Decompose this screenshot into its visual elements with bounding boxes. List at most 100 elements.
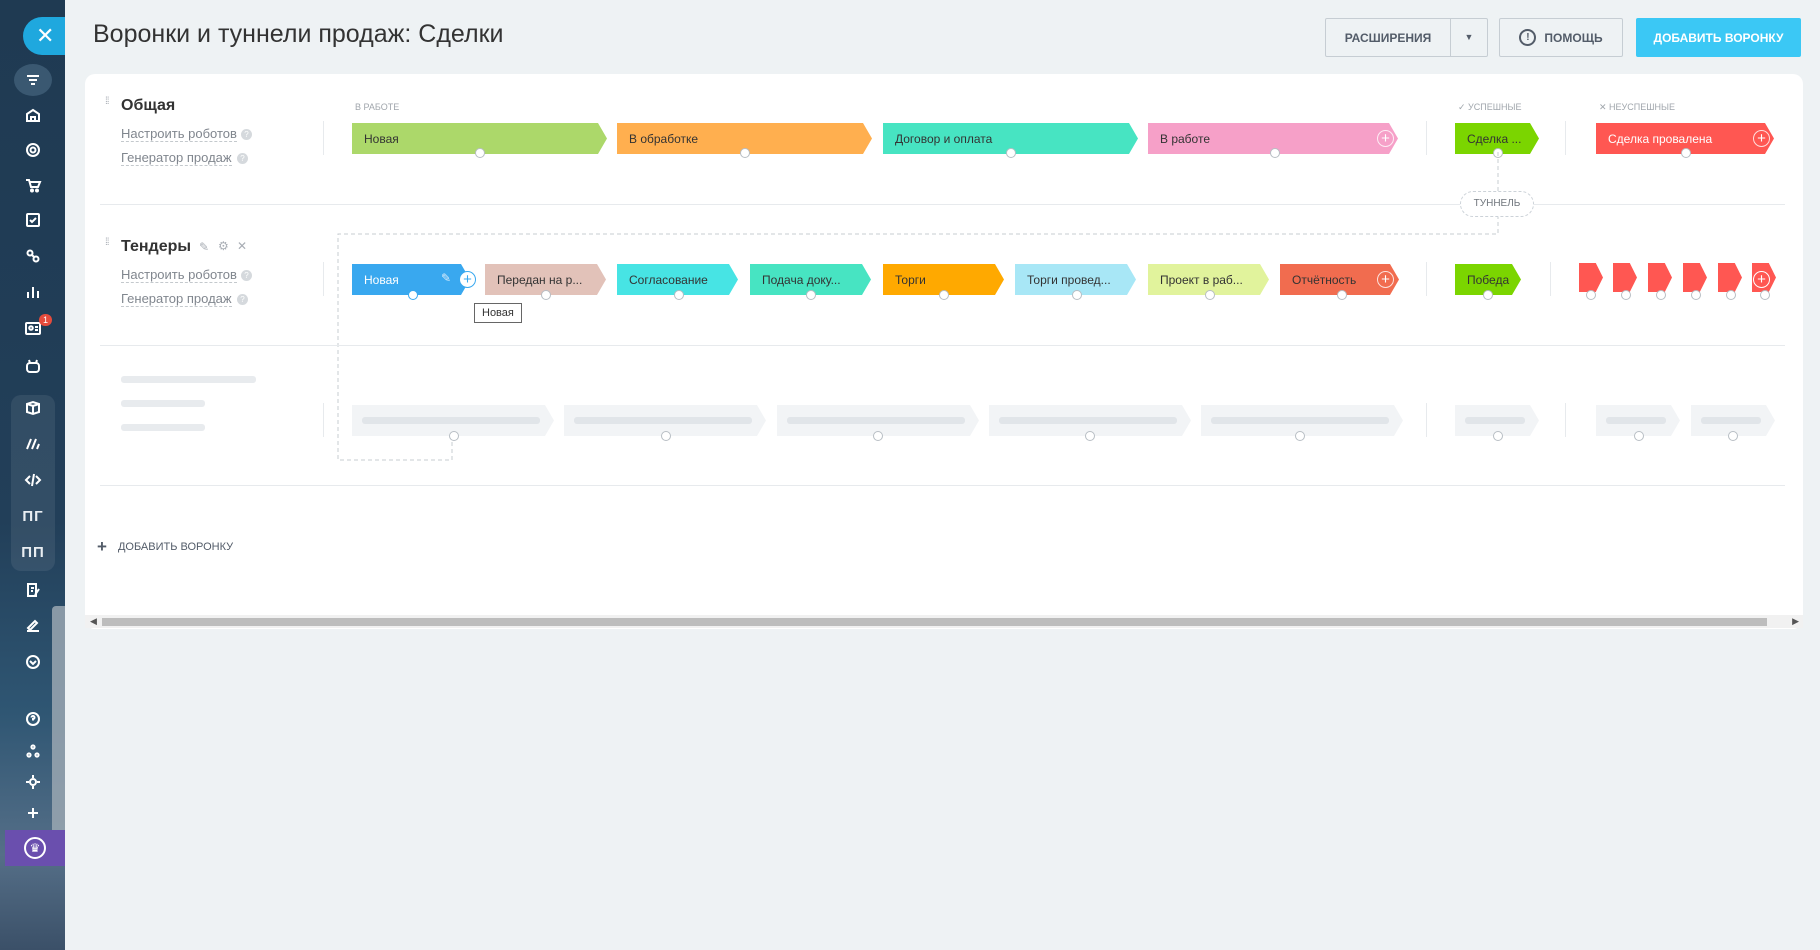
connector-dot[interactable] <box>1205 290 1215 300</box>
analytics-icon[interactable] <box>14 276 52 308</box>
sidebar-scroll-handle[interactable] <box>52 606 65 836</box>
add-plus-icon[interactable] <box>14 797 52 829</box>
left-sidebar: ✕ 1 ПГ ПП ♛ <box>0 0 65 950</box>
scroll-right-arrow-icon[interactable]: ▶ <box>1792 615 1799 628</box>
chevron-down-icon[interactable] <box>14 646 52 678</box>
horizontal-scrollbar[interactable]: ◀ ▶ <box>85 615 1803 628</box>
target-icon[interactable] <box>14 134 52 166</box>
code-icon[interactable] <box>14 464 52 496</box>
signature-icon[interactable] <box>14 610 52 642</box>
connector-dot[interactable] <box>1483 290 1493 300</box>
funnel-name[interactable]: Тендеры <box>121 238 191 256</box>
divider <box>323 262 324 296</box>
connector-dot <box>661 431 671 441</box>
gear-icon[interactable]: ⚙ <box>218 239 229 253</box>
placeholder-bar <box>121 424 205 431</box>
connector-dot[interactable] <box>939 290 949 300</box>
help-icon[interactable]: ? <box>241 270 252 281</box>
funnel-icon[interactable] <box>14 64 52 96</box>
marketplace-icon[interactable] <box>14 428 52 460</box>
connector-dot[interactable] <box>806 290 816 300</box>
edit-pencil-icon[interactable]: ✎ <box>441 271 451 285</box>
connector-dot[interactable] <box>1621 290 1631 300</box>
connector-dot[interactable] <box>408 290 418 300</box>
connector-dot[interactable] <box>1726 290 1736 300</box>
connector-dot <box>1493 431 1503 441</box>
tasks-icon[interactable] <box>14 204 52 236</box>
sales-generator-link[interactable]: Генератор продаж <box>121 150 232 166</box>
extensions-button[interactable]: РАСШИРЕНИЯ ▼ <box>1325 18 1488 57</box>
sidebar-item-pg[interactable]: ПГ <box>14 500 52 532</box>
add-funnel-button[interactable]: ДОБАВИТЬ ВОРОНКУ <box>1636 18 1801 57</box>
cart-icon[interactable] <box>14 169 52 201</box>
sales-generator-link[interactable]: Генератор продаж <box>121 291 232 307</box>
connector-dot[interactable] <box>1072 290 1082 300</box>
help-button[interactable]: ! ПОМОЩЬ <box>1499 18 1623 57</box>
settings-gear-icon[interactable] <box>14 766 52 798</box>
row-divider <box>100 345 1785 346</box>
notification-badge: 1 <box>39 314 53 326</box>
help-icon[interactable]: ? <box>237 153 248 164</box>
company-icon[interactable] <box>14 99 52 131</box>
crown-icon[interactable]: ♛ <box>5 830 65 866</box>
connector-dot[interactable] <box>1681 148 1691 158</box>
connector-dot[interactable] <box>1760 290 1770 300</box>
scroll-left-arrow-icon[interactable]: ◀ <box>90 615 97 628</box>
help-label: ПОМОЩЬ <box>1544 30 1603 45</box>
structure-icon[interactable] <box>14 735 52 767</box>
row-divider <box>100 485 1785 486</box>
connector-dot <box>449 431 459 441</box>
connector-dot[interactable] <box>1586 290 1596 300</box>
configure-robots-link[interactable]: Настроить роботов <box>121 126 237 142</box>
column-header-fail: ✕ НЕУСПЕШНЫЕ <box>1599 102 1675 112</box>
placeholder-bar <box>121 376 256 383</box>
add-stage-icon[interactable]: + <box>1753 271 1770 288</box>
tunnel-button[interactable]: ТУННЕЛЬ <box>1460 191 1534 217</box>
connector-dot <box>1634 431 1644 441</box>
document-edit-icon[interactable] <box>14 574 52 606</box>
connector-dot[interactable] <box>1656 290 1666 300</box>
column-header-success: ✓ УСПЕШНЫЕ <box>1458 102 1522 112</box>
divider <box>1426 262 1427 296</box>
add-stage-icon[interactable]: + <box>1377 271 1394 288</box>
connector-dot <box>1085 431 1095 441</box>
help-icon[interactable]: ? <box>237 294 248 305</box>
extensions-label: РАСШИРЕНИЯ <box>1344 30 1432 45</box>
chevron-down-icon[interactable]: ▼ <box>1450 19 1487 56</box>
edit-pencil-icon[interactable]: ✎ <box>199 240 209 254</box>
connector-dot[interactable] <box>1691 290 1701 300</box>
info-icon: ! <box>1519 29 1537 46</box>
check-icon: ✓ <box>1458 102 1469 112</box>
connector-dot <box>1295 431 1305 441</box>
add-funnel-link[interactable]: + ДОБАВИТЬ ВОРОНКУ <box>97 537 233 557</box>
sidebar-item-pp[interactable]: ПП <box>14 536 52 568</box>
divider <box>323 403 324 437</box>
connector-dot[interactable] <box>541 290 551 300</box>
robot-icon[interactable] <box>14 350 52 382</box>
divider <box>1565 403 1566 437</box>
divider <box>1550 262 1551 296</box>
close-icon[interactable]: ✕ <box>237 239 247 253</box>
divider <box>1426 403 1427 437</box>
connector-dot <box>1728 431 1738 441</box>
connector-dot[interactable] <box>1337 290 1347 300</box>
placeholder-bar <box>121 400 205 407</box>
add-funnel-label: ДОБАВИТЬ ВОРОНКУ <box>117 541 234 553</box>
funnel-name[interactable]: Общая <box>121 97 175 115</box>
drag-handle-icon[interactable]: ⁞⁞ <box>105 97 112 113</box>
close-slider-button[interactable]: ✕ <box>23 17 65 55</box>
add-stage-icon[interactable]: + <box>1377 130 1394 147</box>
help-circle-icon[interactable] <box>14 703 52 735</box>
contacts-icon[interactable]: 1 <box>14 312 53 344</box>
configure-robots-link[interactable]: Настроить роботов <box>121 267 237 283</box>
connector-dot <box>873 431 883 441</box>
scrollbar-thumb[interactable] <box>102 618 1767 626</box>
connector-dot[interactable] <box>674 290 684 300</box>
add-stage-icon[interactable]: + <box>459 271 476 288</box>
add-stage-icon[interactable]: + <box>1753 130 1770 147</box>
automation-icon[interactable] <box>14 240 52 272</box>
column-header-in-work: В РАБОТЕ <box>355 102 400 112</box>
box-icon[interactable] <box>14 392 52 424</box>
help-icon[interactable]: ? <box>241 129 252 140</box>
drag-handle-icon[interactable]: ⁞⁞ <box>105 238 112 254</box>
